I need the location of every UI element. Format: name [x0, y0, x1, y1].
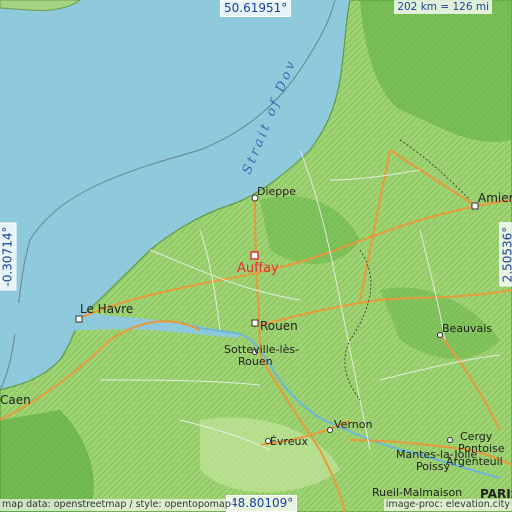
place-label: Rouen — [260, 319, 298, 333]
place-label: Amiens — [478, 191, 512, 205]
scale-label: 202 km = 126 mi — [394, 0, 492, 14]
place-label: Le Havre — [80, 302, 133, 316]
attribution-left: map data: openstreetmap / style: opentop… — [0, 499, 233, 511]
place-label: Beauvais — [442, 322, 492, 335]
longitude-left-label: -0.30714° — [0, 222, 17, 291]
place-label: Caen — [0, 393, 31, 407]
place-label: Évreux — [270, 435, 308, 448]
highlight-marker[interactable] — [250, 251, 259, 260]
latitude-top-label: 50.61951° — [220, 0, 292, 17]
attribution-right: image-proc: elevation.city — [383, 499, 512, 511]
place-label: Vernon — [334, 418, 372, 431]
latitude-bottom-label: 48.80109° — [226, 495, 298, 512]
place-label: Argenteuil — [446, 455, 503, 468]
place-label: Rouen — [238, 355, 273, 368]
longitude-right-label: 2.50536° — [499, 222, 512, 287]
topographic-map[interactable]: Strait of Dov Auffay Dieppe Le Havre Rou… — [0, 0, 512, 512]
highlight-label: Auffay — [237, 261, 279, 276]
place-label: Dieppe — [257, 185, 296, 198]
place-label: Rueil-Malmaison — [372, 486, 462, 499]
